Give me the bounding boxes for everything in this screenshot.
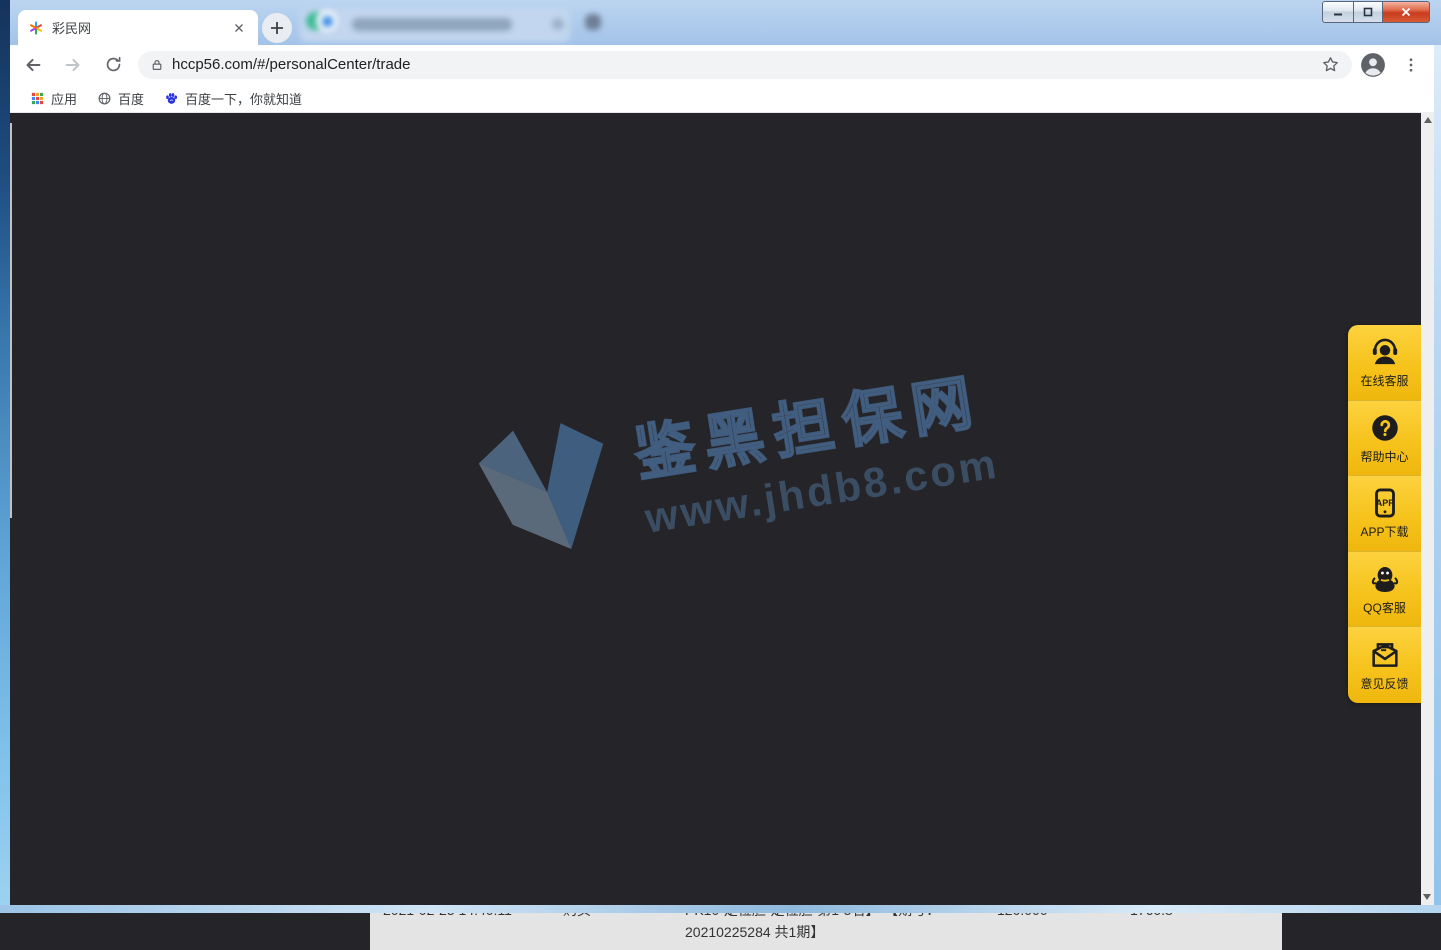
url-bar[interactable]: hccp56.com/#/personalCenter/trade [138,51,1352,79]
bookmark-star-icon[interactable] [1321,55,1340,74]
bookmark-baidu-search[interactable]: 百度一下，你就知道 [164,89,302,108]
menu-dots-icon[interactable] [1394,48,1428,82]
background-window-blur [352,18,512,31]
service-float-panel: 在线客服 帮助中心 APP APP下载 QQ客服 意见反馈 [1348,325,1421,703]
page-background [10,112,1421,905]
baidu-paw-icon [164,91,179,106]
bookmark-label: 百度 [118,89,144,108]
background-window-edge-bottom [0,905,1441,913]
globe-icon [97,91,112,106]
qq-icon [1368,562,1402,596]
maximize-button[interactable] [1354,1,1383,23]
apps-grid-icon [30,91,45,106]
float-label: 在线客服 [1360,372,1408,389]
background-window-blur [585,14,601,30]
site-favicon-icon [28,20,44,36]
browser-tab[interactable]: 彩民网 [18,10,258,45]
background-window-blur [322,16,333,27]
help-icon [1368,411,1402,445]
float-app-button[interactable]: APP APP下载 [1348,476,1421,552]
float-service-button[interactable]: 在线客服 [1348,325,1421,401]
back-icon[interactable] [16,48,50,82]
float-qq-button[interactable]: QQ客服 [1348,552,1421,628]
background-window-edge-left [0,0,10,913]
close-button[interactable] [1383,1,1430,23]
float-help-button[interactable]: 帮助中心 [1348,401,1421,477]
bookmark-apps[interactable]: 应用 [30,89,77,108]
tab-close-icon[interactable] [230,19,248,37]
new-tab-button[interactable] [262,13,292,43]
service-icon [1368,335,1402,369]
window-controls [1322,1,1430,23]
minimize-button[interactable] [1322,1,1354,23]
float-feedback-button[interactable]: 意见反馈 [1348,627,1421,703]
refresh-icon[interactable] [96,48,130,82]
scroll-down-icon[interactable] [1423,894,1431,900]
forward-icon[interactable] [56,48,90,82]
float-label: APP下载 [1360,523,1408,540]
background-window-blur [552,18,564,30]
bookmark-label: 应用 [51,89,77,108]
profile-avatar[interactable] [1360,52,1386,78]
bookmark-label: 百度一下，你就知道 [185,89,302,108]
bookmarks-bar: 应用 百度 百度一下，你就知道 [10,84,1434,113]
browser-toolbar: hccp56.com/#/personalCenter/trade [10,45,1434,84]
background-window-edge-right [1434,45,1441,913]
scroll-up-icon[interactable] [1424,117,1432,123]
bookmark-baidu[interactable]: 百度 [97,89,144,108]
float-label: 帮助中心 [1360,448,1408,465]
float-label: QQ客服 [1363,599,1406,616]
lock-icon [150,58,164,72]
scrollbar[interactable] [1421,112,1434,905]
url-text: hccp56.com/#/personalCenter/trade [172,56,1321,73]
feedback-icon [1368,638,1402,672]
float-label: 意见反馈 [1360,675,1408,692]
svg-text:APP: APP [1375,499,1394,509]
tab-title: 彩民网 [52,18,230,37]
app-icon: APP [1368,486,1402,520]
